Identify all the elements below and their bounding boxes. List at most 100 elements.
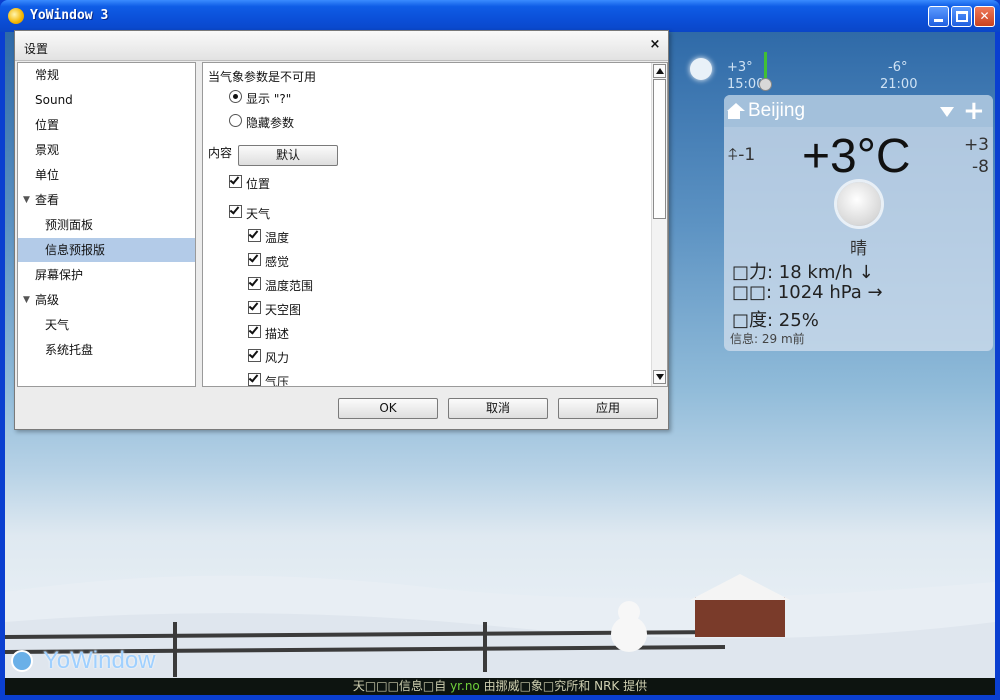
condition-text: 晴 xyxy=(850,239,867,259)
checkbox-temp-range[interactable] xyxy=(248,276,261,290)
checkbox-description-label: 描述 xyxy=(265,327,290,341)
default-button[interactable]: 默认 xyxy=(238,145,338,166)
check-mark-icon xyxy=(248,252,259,263)
content-label: 内容 xyxy=(208,146,233,160)
check-mark-icon xyxy=(248,324,259,335)
forecast-timeline[interactable]: +3° 15:00 -6° 21:00 xyxy=(668,52,993,94)
minimize-button[interactable] xyxy=(928,6,949,27)
check-mark-icon xyxy=(248,228,259,239)
person-icon: ⍏ xyxy=(728,145,739,165)
maximize-icon xyxy=(956,11,968,22)
nav-item-general[interactable]: 常规 xyxy=(18,63,195,87)
wind-row: □力: 18 km/h ↓ xyxy=(732,262,874,283)
nav-item-system-tray[interactable]: 系统托盘 xyxy=(18,338,195,362)
minimize-icon xyxy=(934,19,943,22)
check-mark-icon xyxy=(248,300,259,311)
radio-dot xyxy=(233,94,238,99)
nav-item-view[interactable]: ▼ 查看 xyxy=(18,188,195,212)
radio-hide-param[interactable] xyxy=(229,114,242,127)
nav-item-info-board[interactable]: 信息预报版 xyxy=(18,238,195,262)
cancel-button[interactable]: 取消 xyxy=(448,398,548,419)
dialog-titlebar[interactable]: 设置 × xyxy=(15,31,668,61)
checkbox-feels-label: 感觉 xyxy=(265,255,290,269)
titlebar[interactable]: YoWindow 3 ✕ xyxy=(0,0,1000,32)
logo-text: YoWindow xyxy=(43,647,156,674)
feels-like: ⍏-1 xyxy=(728,145,756,165)
nav-item-weather[interactable]: 天气 xyxy=(18,313,195,337)
checkbox-pressure-label: 气压 xyxy=(265,375,290,387)
radio-show-question[interactable] xyxy=(229,90,242,103)
checkbox-weather[interactable] xyxy=(229,204,242,218)
scroll-down-button[interactable] xyxy=(653,370,666,384)
scroll-thumb[interactable] xyxy=(653,79,666,219)
nav-item-forecast-panel[interactable]: 预测面板 xyxy=(18,213,195,237)
checkbox-pressure[interactable] xyxy=(248,372,261,386)
dialog-title: 设置 xyxy=(24,42,49,56)
home-icon[interactable] xyxy=(727,103,745,111)
close-icon: ✕ xyxy=(979,9,990,23)
sun-icon xyxy=(837,182,881,226)
location-header: Beijing + xyxy=(724,95,993,127)
content-scrollbar[interactable] xyxy=(651,63,667,386)
checkbox-description[interactable] xyxy=(248,324,261,338)
checkbox-wind[interactable] xyxy=(248,348,261,362)
credit-prefix: 天□□□信息□自 xyxy=(352,679,451,693)
timeline-later-temp: -6° xyxy=(888,60,908,75)
check-mark-icon xyxy=(248,276,259,287)
arrow-down-icon xyxy=(656,374,664,380)
checkbox-location-label: 位置 xyxy=(246,177,271,191)
weather-panel: Beijing + ⍏-1 +3°C +3 -8 晴 □力: 18 km/h ↓… xyxy=(724,95,993,351)
unavailable-heading: 当气象参数是不可用 xyxy=(208,70,317,84)
checkbox-location[interactable] xyxy=(229,174,242,188)
checkbox-sky-icon-label: 天空图 xyxy=(265,303,302,317)
chevron-down-icon[interactable] xyxy=(940,107,954,117)
nav-item-screensaver[interactable]: 屏幕保护 xyxy=(18,263,195,287)
home-icon-body xyxy=(728,111,740,119)
add-location-button[interactable]: + xyxy=(963,96,985,126)
settings-nav: 常规 Sound 位置 景观 单位 ▼ 查看 预测面板 信息预报版 屏幕保护 ▼ 高… xyxy=(17,62,196,387)
radio-hide-label: 隐藏参数 xyxy=(246,116,295,130)
scroll-up-button[interactable] xyxy=(653,64,666,78)
sun-icon xyxy=(690,58,712,80)
updated-info: 信息: 29 m前 xyxy=(730,332,805,346)
timeline-knob[interactable] xyxy=(759,78,772,91)
maximize-button[interactable] xyxy=(951,6,972,27)
checkbox-temperature[interactable] xyxy=(248,228,261,242)
apply-button[interactable]: 应用 xyxy=(558,398,658,419)
radio-show-label: 显示 "?" xyxy=(246,92,292,106)
nav-item-landscape[interactable]: 景观 xyxy=(18,138,195,162)
nav-item-units[interactable]: 单位 xyxy=(18,163,195,187)
check-mark-icon xyxy=(248,372,259,383)
nav-item-advanced[interactable]: ▼ 高级 xyxy=(18,288,195,312)
nav-item-location[interactable]: 位置 xyxy=(18,113,195,137)
ok-button[interactable]: OK xyxy=(338,398,438,419)
arrow-up-icon xyxy=(656,68,664,74)
timeline-now-temp: +3° xyxy=(727,60,753,75)
credit-suffix: 由挪威□象□究所和 NRK 提供 xyxy=(479,679,648,693)
checkbox-feels[interactable] xyxy=(248,252,261,266)
expand-arrow-icon[interactable]: ▼ xyxy=(23,188,30,212)
credit-bar: 天□□□信息□自 yr.no 由挪威□象□究所和 NRK 提供 xyxy=(5,678,995,695)
app-title: YoWindow 3 xyxy=(30,8,109,23)
check-mark-icon xyxy=(229,204,240,215)
current-temperature: +3°C xyxy=(802,130,911,183)
nav-item-sound[interactable]: Sound xyxy=(18,88,195,112)
check-mark-icon xyxy=(229,174,240,185)
expand-arrow-icon[interactable]: ▼ xyxy=(23,288,30,312)
close-window-button[interactable]: ✕ xyxy=(974,6,995,27)
checkbox-sky-icon[interactable] xyxy=(248,300,261,314)
check-mark-icon xyxy=(248,348,259,359)
checkbox-weather-label: 天气 xyxy=(246,207,271,221)
timeline-later-time: 21:00 xyxy=(880,77,918,92)
temp-high: +3 xyxy=(963,135,989,155)
dialog-close-button[interactable]: × xyxy=(647,37,663,53)
pressure-row: □□: 1024 hPa → xyxy=(732,282,883,303)
humidity-row: □度: 25% xyxy=(732,310,819,331)
credit-link[interactable]: yr.no xyxy=(450,679,480,693)
city-name[interactable]: Beijing xyxy=(748,100,805,122)
app-icon xyxy=(8,8,24,24)
logo-sun-icon xyxy=(11,650,33,672)
checkbox-wind-label: 风力 xyxy=(265,351,290,365)
app-window: YoWindow 3 ✕ YoWindow +3° 15:00 -6° 21:0… xyxy=(0,0,1000,700)
settings-content: 当气象参数是不可用 显示 "?" 隐藏参数 内容 默认 位置 天气 温度 感觉 … xyxy=(202,62,668,387)
